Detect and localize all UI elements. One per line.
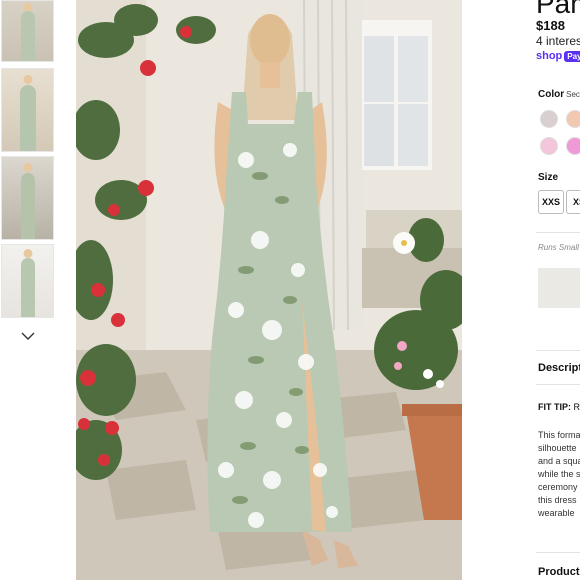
- product-title: Pam: [536, 0, 580, 19]
- description-line: this dress: [538, 495, 577, 505]
- shop-pay-badge: Pay: [564, 50, 580, 62]
- shop-pay-link[interactable]: shop Pay: [536, 50, 580, 62]
- product-photo: [76, 0, 462, 580]
- thumbnail-2[interactable]: [1, 68, 54, 152]
- thumbnail-3[interactable]: [1, 156, 54, 240]
- divider: [536, 384, 580, 385]
- description-line: silhouette: [538, 443, 577, 453]
- product-price: $188: [536, 18, 565, 33]
- color-swatch-peach[interactable]: [566, 110, 580, 128]
- color-label: ColorSecr: [538, 89, 580, 100]
- chevron-down-icon: [21, 332, 35, 340]
- color-label-text: Color: [538, 89, 565, 100]
- thumbnails-next-button[interactable]: [18, 326, 38, 346]
- product-details-heading[interactable]: Product I: [538, 566, 580, 578]
- main-product-image[interactable]: [76, 0, 462, 580]
- thumbnail-rail: [0, 0, 56, 580]
- description-line: wearable: [538, 508, 575, 518]
- size-label: Size: [538, 172, 559, 183]
- description-line: ceremony: [538, 482, 578, 492]
- product-info-panel: Pam $188 4 interest shop Pay ColorSecr S…: [536, 0, 580, 580]
- description-line: and a squa: [538, 456, 580, 466]
- size-option-xxs[interactable]: XXS: [538, 190, 564, 214]
- description-line: while the s: [538, 469, 580, 479]
- size-option-xs[interactable]: XS: [566, 190, 580, 214]
- description-heading[interactable]: Descripti: [538, 362, 580, 374]
- installments-text: 4 interest: [536, 34, 580, 48]
- fit-tip-text: Ru: [573, 402, 580, 412]
- divider: [536, 552, 580, 553]
- fit-tip: FIT TIP: Ru: [538, 402, 580, 412]
- thumbnail-4[interactable]: [1, 244, 54, 318]
- divider: [536, 232, 580, 233]
- color-swatch-taupe[interactable]: [540, 110, 558, 128]
- description-line: This forma: [538, 430, 580, 440]
- color-swatch-pink-floral[interactable]: [540, 137, 558, 155]
- fit-note: Runs Small: [538, 243, 579, 252]
- color-selected-value: Secr: [566, 90, 580, 99]
- color-swatch-magenta[interactable]: [566, 137, 580, 155]
- add-to-bag-button[interactable]: [538, 268, 580, 308]
- thumbnail-1[interactable]: [1, 0, 54, 62]
- fit-tip-label: FIT TIP:: [538, 402, 571, 412]
- divider: [536, 350, 580, 351]
- shop-pay-wordmark: shop: [536, 50, 563, 62]
